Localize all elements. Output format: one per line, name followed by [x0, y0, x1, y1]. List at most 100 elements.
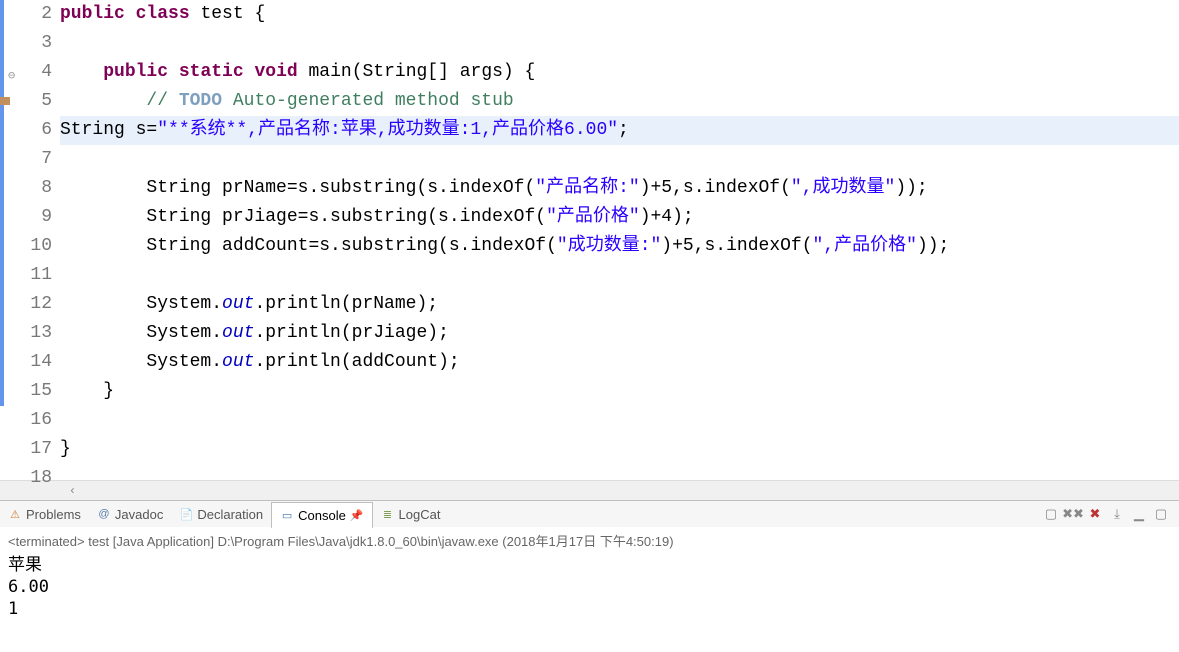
line-number-gutter[interactable]: 234⊖56789101112131415161718 — [0, 0, 60, 480]
text-token — [125, 4, 136, 24]
text-token: )+5,s.indexOf( — [640, 178, 791, 198]
tab-declaration[interactable]: 📄 Declaration — [171, 501, 271, 527]
maximize-button[interactable]: ▢ — [1153, 506, 1169, 522]
text-token: } — [60, 381, 114, 401]
declaration-icon: 📄 — [179, 507, 193, 521]
tab-label: Declaration — [197, 507, 263, 522]
change-marker — [0, 348, 4, 377]
text-token — [168, 62, 179, 82]
text-token: ; — [618, 120, 629, 140]
text-token: .println(addCount); — [254, 352, 459, 372]
line-number[interactable]: 6 — [0, 116, 60, 145]
code-line[interactable]: } — [60, 377, 1179, 406]
close-button[interactable]: ✖ — [1087, 506, 1103, 522]
line-number[interactable]: 2 — [0, 0, 60, 29]
field-token: out — [222, 323, 254, 343]
code-line[interactable] — [60, 261, 1179, 290]
change-marker — [0, 290, 4, 319]
text-token: )); — [895, 178, 927, 198]
string-token: ",产品价格" — [813, 236, 917, 256]
change-marker — [0, 0, 4, 29]
code-line[interactable]: System.out.println(prJiage); — [60, 319, 1179, 348]
code-line[interactable]: public static void main(String[] args) { — [60, 58, 1179, 87]
code-line[interactable]: public class test { — [60, 0, 1179, 29]
line-number[interactable]: 9 — [0, 203, 60, 232]
code-line[interactable] — [60, 464, 1179, 493]
code-line[interactable]: System.out.println(addCount); — [60, 348, 1179, 377]
tab-label: Problems — [26, 507, 81, 522]
line-number[interactable]: 17 — [0, 435, 60, 464]
code-editor-pane: 234⊖56789101112131415161718 public class… — [0, 0, 1179, 500]
code-line[interactable]: } — [60, 435, 1179, 464]
text-token: )+4); — [640, 207, 694, 227]
code-line[interactable]: String s="**系统**,产品名称:苹果,成功数量:1,产品价格6.00… — [60, 116, 1179, 145]
tab-javadoc[interactable]: @ Javadoc — [89, 501, 171, 527]
text-token: String addCount=s.substring(s.indexOf( — [60, 236, 557, 256]
text-token — [60, 62, 103, 82]
text-token: System. — [60, 352, 222, 372]
code-line[interactable]: String prJiage=s.substring(s.indexOf("产品… — [60, 203, 1179, 232]
change-marker — [0, 145, 4, 174]
string-token: "**系统**,产品名称:苹果,成功数量:1,产品价格6.00" — [157, 120, 618, 140]
console-run-header: <terminated> test [Java Application] D:\… — [8, 529, 1171, 554]
console-output-line: 1 — [8, 598, 1171, 620]
minimize-button[interactable]: ▁ — [1131, 506, 1147, 522]
remove-launch-button[interactable]: ▢ — [1043, 506, 1059, 522]
console-icon: ▭ — [280, 509, 294, 523]
text-token: System. — [60, 323, 222, 343]
text-token: String s= — [60, 120, 157, 140]
console-body: <terminated> test [Java Application] D:\… — [0, 527, 1179, 622]
keyword-token: void — [254, 62, 297, 82]
text-token: .println(prJiage); — [254, 323, 448, 343]
line-number[interactable]: 14 — [0, 348, 60, 377]
line-number[interactable]: 18 — [0, 464, 60, 493]
scroll-left-icon[interactable]: ‹ — [65, 483, 80, 498]
tab-label: LogCat — [399, 507, 441, 522]
code-line[interactable]: String prName=s.substring(s.indexOf("产品名… — [60, 174, 1179, 203]
keyword-token: public — [103, 62, 168, 82]
line-number[interactable]: 10 — [0, 232, 60, 261]
text-token: String prJiage=s.substring(s.indexOf( — [60, 207, 546, 227]
tab-logcat[interactable]: ≣ LogCat — [373, 501, 449, 527]
text-token: System. — [60, 294, 222, 314]
change-marker — [0, 377, 4, 406]
text-token: )); — [917, 236, 949, 256]
line-number[interactable]: 13 — [0, 319, 60, 348]
keyword-token: public — [60, 4, 125, 24]
code-line[interactable] — [60, 29, 1179, 58]
line-number[interactable]: 11 — [0, 261, 60, 290]
code-line[interactable] — [60, 406, 1179, 435]
line-number[interactable]: 5 — [0, 87, 60, 116]
line-number[interactable]: 7 — [0, 145, 60, 174]
logcat-icon: ≣ — [381, 507, 395, 521]
change-marker — [0, 116, 4, 145]
tab-label: Console — [298, 508, 346, 523]
code-line[interactable]: // TODO Auto-generated method stub — [60, 87, 1179, 116]
text-token — [244, 62, 255, 82]
line-number[interactable]: 3 — [0, 29, 60, 58]
field-token: out — [222, 352, 254, 372]
tab-problems[interactable]: ⚠ Problems — [0, 501, 89, 527]
console-toolbar: ▢ ✖✖ ✖ ⤓ ▁ ▢ — [1043, 506, 1179, 522]
line-number[interactable]: 8 — [0, 174, 60, 203]
line-number[interactable]: 16 — [0, 406, 60, 435]
change-marker — [0, 232, 4, 261]
tab-console[interactable]: ▭ Console 📌 — [271, 502, 372, 528]
line-number[interactable]: 4⊖ — [0, 58, 60, 87]
change-marker — [0, 58, 4, 87]
edit-mark-icon — [0, 97, 10, 105]
code-line[interactable] — [60, 145, 1179, 174]
code-line[interactable]: String addCount=s.substring(s.indexOf("成… — [60, 232, 1179, 261]
field-token: out — [222, 294, 254, 314]
text-token: main(String[] args) { — [298, 62, 536, 82]
console-output-line: 苹果 — [8, 554, 1171, 576]
code-line[interactable]: System.out.println(prName); — [60, 290, 1179, 319]
line-number[interactable]: 12 — [0, 290, 60, 319]
scroll-lock-button[interactable]: ⤓ — [1109, 506, 1125, 522]
change-marker — [0, 319, 4, 348]
line-number[interactable]: 15 — [0, 377, 60, 406]
remove-all-button[interactable]: ✖✖ — [1065, 506, 1081, 522]
string-token: "成功数量:" — [557, 236, 661, 256]
code-lines[interactable]: public class test { public static void m… — [60, 0, 1179, 480]
code-area[interactable]: 234⊖56789101112131415161718 public class… — [0, 0, 1179, 480]
